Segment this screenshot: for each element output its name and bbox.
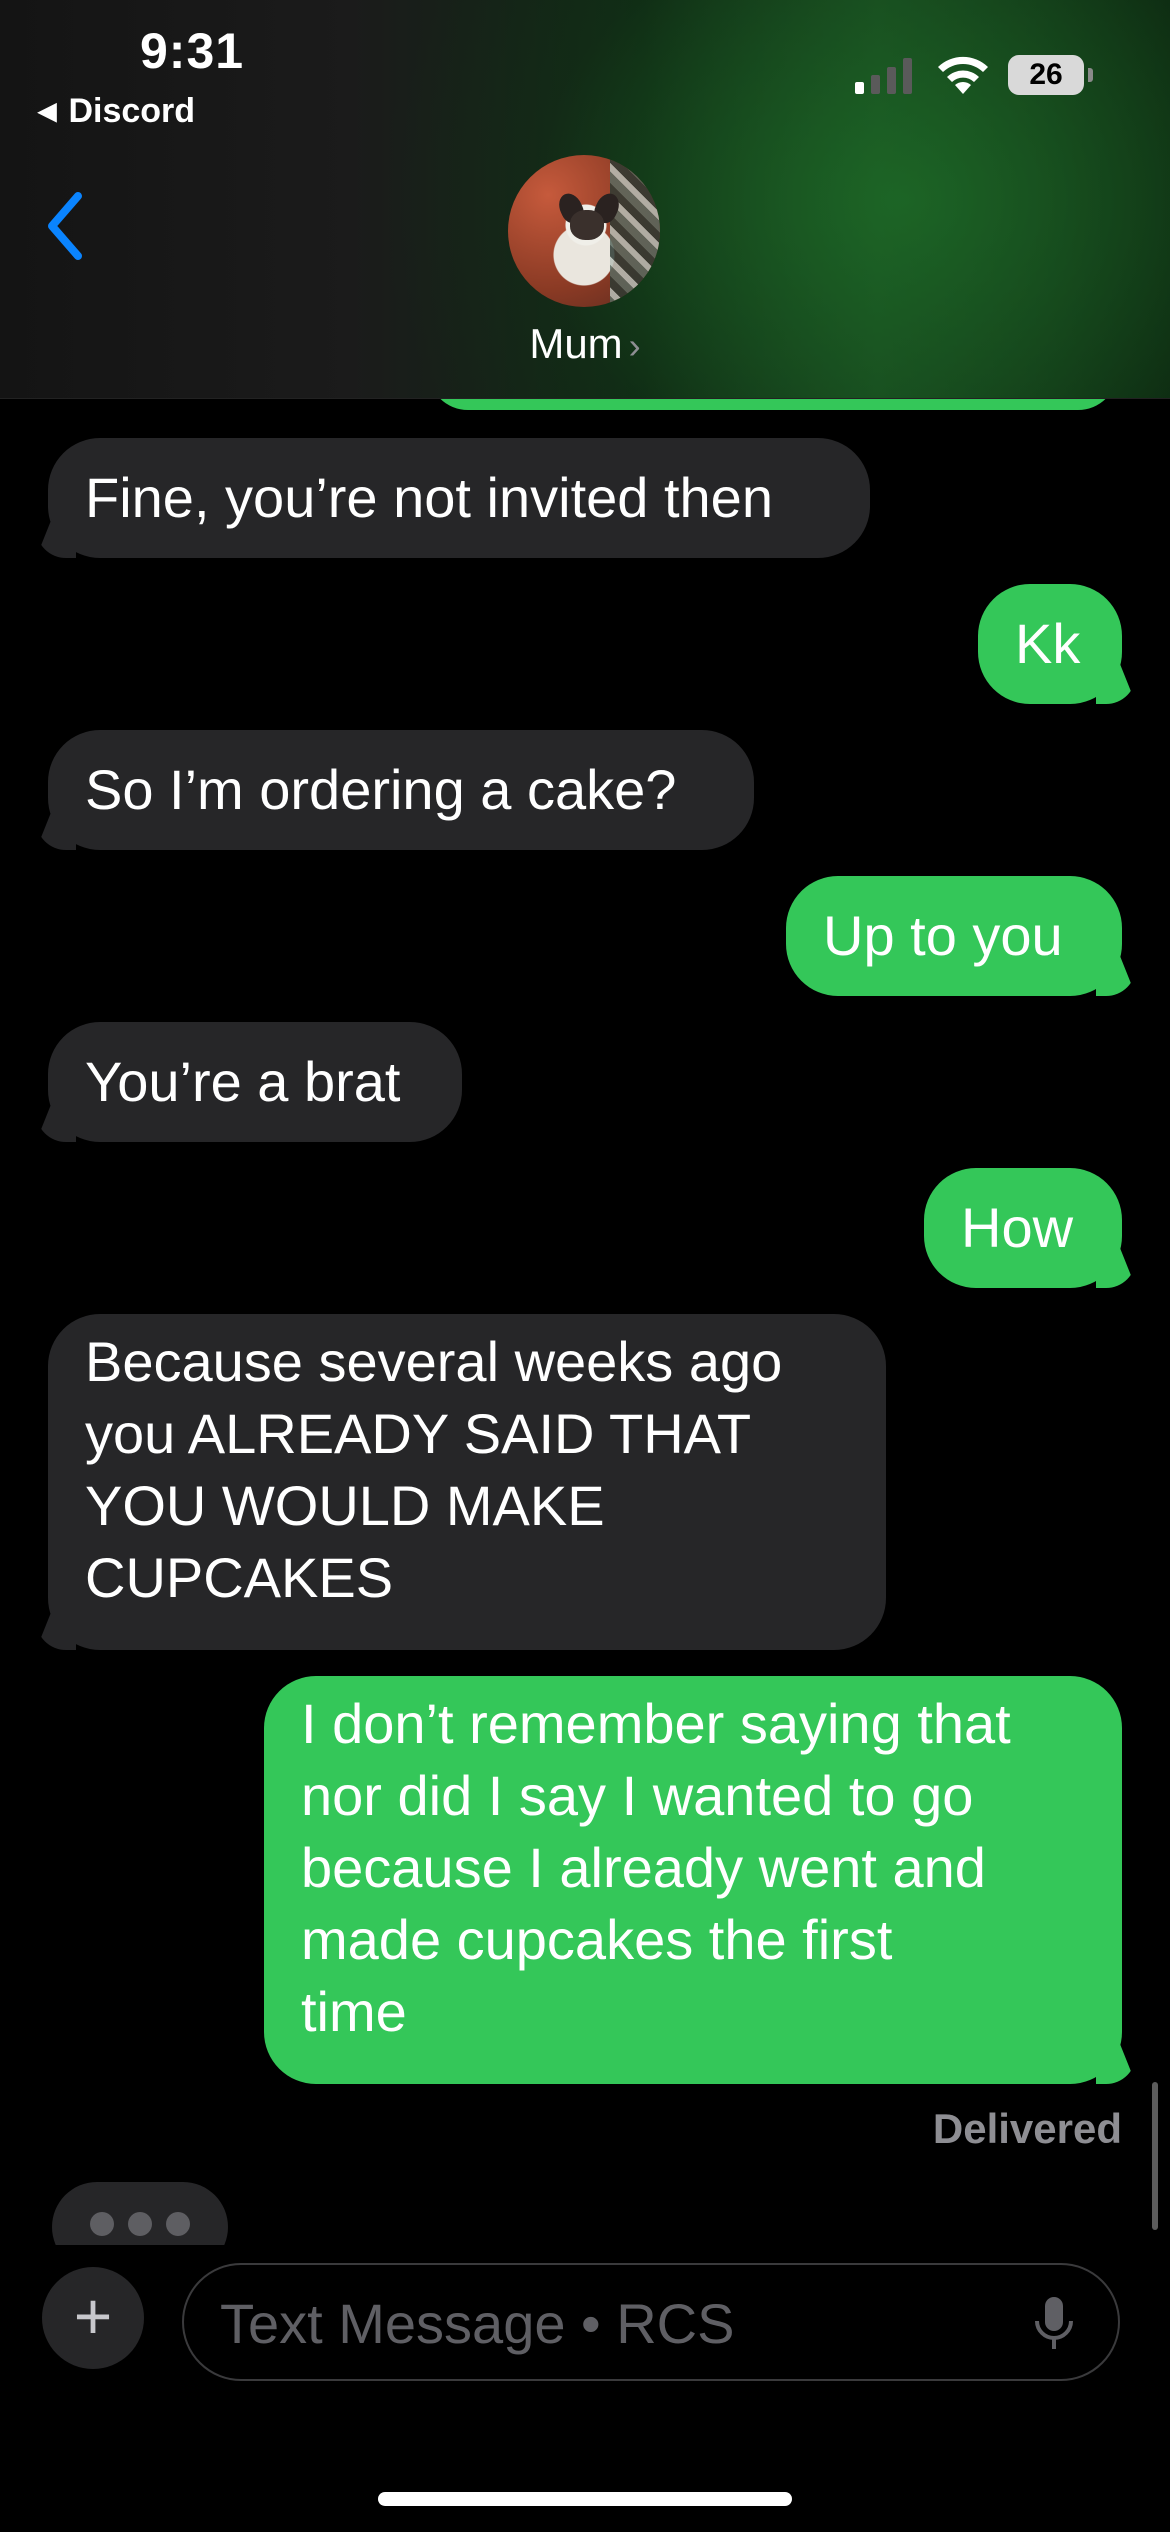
contact-avatar[interactable]	[508, 155, 660, 307]
battery-level: 26	[1008, 55, 1084, 95]
cellular-signal-icon	[855, 58, 912, 94]
battery-nub	[1088, 68, 1093, 82]
chevron-right-icon: ›	[628, 325, 641, 366]
contact-name: Mum	[529, 320, 623, 367]
scrollbar[interactable]	[1152, 2082, 1158, 2230]
message-line: made cupcakes the first	[301, 1908, 893, 1971]
typing-dot	[128, 2212, 152, 2236]
message-bubble-outgoing[interactable]: How	[924, 1168, 1122, 1288]
message-line: I don’t remember saying that	[301, 1692, 1011, 1755]
conversation-header: 9:31 ◀ Discord 26 Mum ›	[0, 0, 1170, 399]
message-line: you ALREADY SAID THAT	[85, 1402, 752, 1465]
typing-dot	[90, 2212, 114, 2236]
message-text: So I’m ordering a cake?	[85, 758, 677, 821]
message-line: nor did I say I wanted to go	[301, 1764, 974, 1827]
message-text: You’re a brat	[85, 1050, 401, 1113]
avatar-blanket	[610, 155, 660, 307]
delivery-status: Delivered	[932, 2105, 1122, 2152]
message-bubble-outgoing[interactable]: I don’t remember saying that nor did I s…	[264, 1676, 1122, 2084]
back-chevron-icon[interactable]	[40, 188, 90, 264]
message-text: Up to you	[823, 904, 1063, 967]
back-to-app-link[interactable]: ◀ Discord	[38, 92, 195, 131]
message-line: Because several weeks ago	[85, 1330, 783, 1393]
back-triangle-icon: ◀	[38, 98, 57, 125]
message-composer: + Text Message • RCS	[0, 2245, 1170, 2532]
message-input[interactable]: Text Message • RCS	[182, 2263, 1120, 2381]
microphone-icon[interactable]	[1032, 2295, 1076, 2353]
message-bubble-outgoing[interactable]: Kk	[978, 584, 1122, 704]
back-app-label: Discord	[68, 92, 196, 130]
status-time: 9:31	[140, 23, 245, 79]
message-line: YOU WOULD MAKE	[85, 1474, 605, 1537]
wifi-icon	[938, 56, 988, 94]
message-bubble-outgoing[interactable]: Up to you	[786, 876, 1122, 996]
battery-icon: 26	[1008, 55, 1093, 97]
message-line: because I already went and	[301, 1836, 986, 1899]
message-bubble-incoming[interactable]: You’re a brat	[48, 1022, 462, 1142]
message-line: time	[301, 1980, 407, 2043]
contact-name-button[interactable]: Mum ›	[0, 320, 1170, 368]
add-attachment-button[interactable]: +	[42, 2267, 144, 2369]
message-text: Kk	[1015, 612, 1081, 675]
message-text: Fine, you’re not invited then	[85, 466, 773, 529]
message-bubble-incoming[interactable]: Because several weeks ago you ALREADY SA…	[48, 1314, 886, 1650]
home-indicator[interactable]	[378, 2492, 792, 2506]
avatar-face	[570, 210, 604, 240]
message-input-placeholder: Text Message • RCS	[220, 2292, 735, 2355]
message-bubble-incoming[interactable]: So I’m ordering a cake?	[48, 730, 754, 850]
message-bubble-incoming[interactable]: Fine, you’re not invited then	[48, 438, 870, 558]
typing-dot	[166, 2212, 190, 2236]
typing-indicator	[52, 2182, 228, 2245]
message-text: How	[961, 1196, 1074, 1259]
message-line: CUPCAKES	[85, 1546, 394, 1609]
